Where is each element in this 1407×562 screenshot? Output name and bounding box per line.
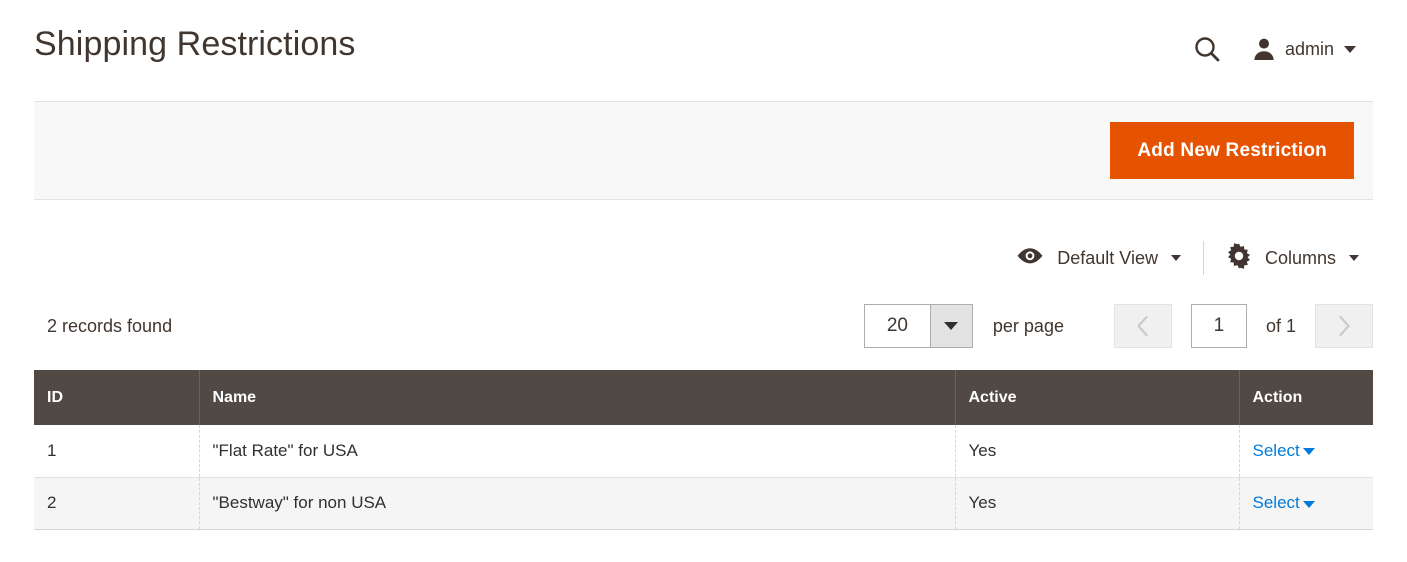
cell-id: 2 <box>34 477 200 530</box>
total-pages-label: of 1 <box>1265 315 1296 336</box>
table-row[interactable]: 2 "Bestway" for non USA Yes Select <box>34 477 1373 530</box>
cell-action: Select <box>1239 477 1373 530</box>
eye-icon <box>1016 246 1044 271</box>
user-icon <box>1252 37 1276 61</box>
column-header-active[interactable]: Active <box>955 370 1240 425</box>
pager: 20 per page of 1 <box>863 304 1373 348</box>
columns-label: Columns <box>1264 247 1336 268</box>
chevron-down-icon <box>1302 500 1315 508</box>
grid-controls: Default View Columns <box>34 228 1373 288</box>
chevron-down-icon <box>1170 255 1181 261</box>
data-grid-head: ID Name Active Action <box>34 370 1373 425</box>
header-right-tools: admin <box>1192 34 1356 64</box>
chevron-right-icon <box>1339 315 1350 337</box>
row-action-select[interactable]: Select <box>1253 441 1315 461</box>
grid-toolbar: 2 records found 20 per page of 1 <box>34 296 1373 356</box>
per-page-label: per page <box>992 315 1064 336</box>
chevron-down-icon <box>1349 255 1359 261</box>
records-found-label: 2 records found <box>47 315 173 336</box>
page-header: Shipping Restrictions admin <box>0 0 1407 101</box>
cell-action: Select <box>1239 425 1373 478</box>
table-row[interactable]: 1 "Flat Rate" for USA Yes Select <box>34 425 1373 478</box>
previous-page-button[interactable] <box>1113 304 1172 348</box>
search-icon[interactable] <box>1192 34 1222 64</box>
chevron-down-icon <box>1344 45 1356 53</box>
data-grid-container: ID Name Active Action 1 "Flat Rate" for … <box>34 370 1373 530</box>
admin-user-label: admin <box>1284 38 1334 59</box>
table-header-row: ID Name Active Action <box>34 370 1373 425</box>
page-actions-bar: Add New Restriction <box>34 101 1373 200</box>
column-header-id[interactable]: ID <box>34 370 200 425</box>
admin-grid-page: Shipping Restrictions admin Add New Rest… <box>0 0 1407 562</box>
cell-name: "Flat Rate" for USA <box>199 425 956 478</box>
column-header-action: Action <box>1239 370 1373 425</box>
cell-id: 1 <box>34 425 200 478</box>
column-header-name[interactable]: Name <box>199 370 956 425</box>
row-action-label: Select <box>1252 493 1300 512</box>
data-grid-body: 1 "Flat Rate" for USA Yes Select 2 "Best… <box>34 425 1373 530</box>
next-page-button[interactable] <box>1315 304 1373 348</box>
gear-icon <box>1226 242 1252 274</box>
cell-active: Yes <box>955 477 1240 530</box>
chevron-down-icon <box>1302 448 1315 456</box>
cell-active: Yes <box>955 425 1240 478</box>
row-action-select[interactable]: Select <box>1253 493 1315 513</box>
add-new-restriction-button[interactable]: Add New Restriction <box>1110 122 1354 179</box>
controls-divider <box>1202 241 1204 275</box>
current-page-input[interactable] <box>1190 304 1247 348</box>
data-grid: ID Name Active Action 1 "Flat Rate" for … <box>34 370 1373 530</box>
page-title: Shipping Restrictions <box>34 25 356 63</box>
default-view-dropdown[interactable]: Default View <box>1002 246 1195 271</box>
default-view-label: Default View <box>1057 247 1158 268</box>
chevron-left-icon <box>1137 315 1148 337</box>
chevron-down-icon <box>929 305 972 347</box>
row-action-label: Select <box>1252 440 1300 460</box>
columns-dropdown[interactable]: Columns <box>1212 242 1373 274</box>
cell-name: "Bestway" for non USA <box>199 477 956 530</box>
admin-user-menu[interactable]: admin <box>1252 37 1356 61</box>
per-page-select[interactable]: 20 <box>863 304 973 348</box>
per-page-value: 20 <box>864 305 930 347</box>
